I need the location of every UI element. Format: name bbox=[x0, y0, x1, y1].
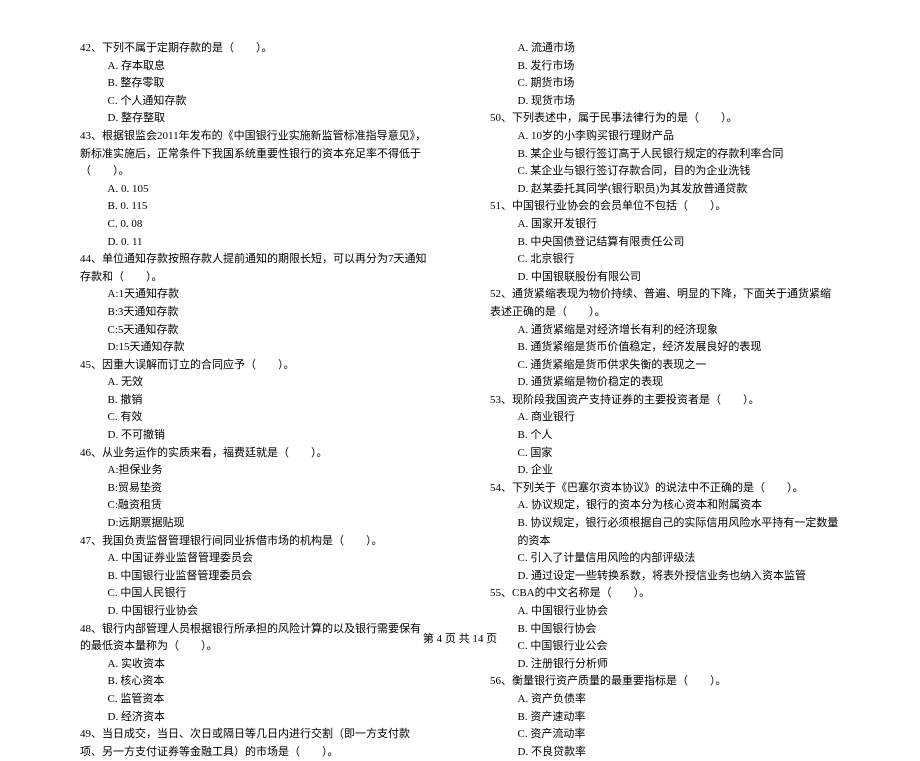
q48-opt-b: B. 核心资本 bbox=[80, 673, 430, 691]
q51-opt-b: B. 中央国债登记结算有限责任公司 bbox=[490, 234, 840, 252]
q49-opt-a: A. 流通市场 bbox=[490, 40, 840, 58]
q53-opt-d: D. 企业 bbox=[490, 462, 840, 480]
q43-opt-a: A. 0. 105 bbox=[80, 181, 430, 199]
q52-stem: 52、通货紧缩表现为物价持续、普遍、明显的下降，下面关于通货紧缩表述正确的是（ … bbox=[490, 286, 840, 321]
q45-opt-b: B. 撤销 bbox=[80, 392, 430, 410]
q43-opt-c: C. 0. 08 bbox=[80, 216, 430, 234]
question-43: 43、根据银监会2011年发布的《中国银行业实施新监管标准指导意见》，新标准实施… bbox=[80, 128, 430, 251]
q44-stem: 44、单位通知存款按照存款人提前通知的期限长短，可以再分为7天通知存款和（ ）。 bbox=[80, 251, 430, 286]
q54-opt-c: C. 引入了计量信用风险的内部评级法 bbox=[490, 550, 840, 568]
q51-stem: 51、中国银行业协会的会员单位不包括（ ）。 bbox=[490, 198, 840, 216]
q54-opt-b: B. 协议规定，银行必须根据自己的实际信用风险水平持有一定数量的资本 bbox=[490, 515, 840, 550]
q56-stem: 56、衡量银行资产质量的最重要指标是（ ）。 bbox=[490, 673, 840, 691]
q50-opt-d: D. 赵某委托其同学(银行职员)为其发放普通贷款 bbox=[490, 181, 840, 199]
q50-opt-b: B. 某企业与银行签订高于人民银行规定的存款利率合同 bbox=[490, 146, 840, 164]
q49-opt-c: C. 期货市场 bbox=[490, 75, 840, 93]
question-42: 42、下列不属于定期存款的是（ ）。 A. 存本取息 B. 整存零取 C. 个人… bbox=[80, 40, 430, 128]
q42-opt-d: D. 整存整取 bbox=[80, 110, 430, 128]
q47-opt-a: A. 中国证券业监督管理委员会 bbox=[80, 550, 430, 568]
q47-opt-b: B. 中国银行业监督管理委员会 bbox=[80, 568, 430, 586]
q48-opt-c: C. 监管资本 bbox=[80, 691, 430, 709]
q54-opt-a: A. 协议规定，银行的资本分为核心资本和附属资本 bbox=[490, 497, 840, 515]
question-44: 44、单位通知存款按照存款人提前通知的期限长短，可以再分为7天通知存款和（ ）。… bbox=[80, 251, 430, 357]
q50-opt-c: C. 某企业与银行签订存款合同，目的为企业洗钱 bbox=[490, 163, 840, 181]
q46-opt-c: C:融资租赁 bbox=[80, 497, 430, 515]
q44-opt-c: C:5天通知存款 bbox=[80, 322, 430, 340]
question-53: 53、现阶段我国资产支持证券的主要投资者是（ ）。 A. 商业银行 B. 个人 … bbox=[490, 392, 840, 480]
q42-opt-a: A. 存本取息 bbox=[80, 58, 430, 76]
right-column: A. 流通市场 B. 发行市场 C. 期货市场 D. 现货市场 50、下列表述中… bbox=[490, 40, 840, 600]
question-47: 47、我国负责监督管理银行间同业拆借市场的机构是（ ）。 A. 中国证券业监督管… bbox=[80, 533, 430, 621]
question-51: 51、中国银行业协会的会员单位不包括（ ）。 A. 国家开发银行 B. 中央国债… bbox=[490, 198, 840, 286]
question-55: 55、CBA的中文名称是（ ）。 A. 中国银行业协会 B. 中国银行协会 C.… bbox=[490, 585, 840, 673]
q51-opt-d: D. 中国银联股份有限公司 bbox=[490, 269, 840, 287]
q53-opt-c: C. 国家 bbox=[490, 445, 840, 463]
q44-opt-a: A:1天通知存款 bbox=[80, 286, 430, 304]
q56-opt-b: B. 资产速动率 bbox=[490, 709, 840, 727]
question-56: 56、衡量银行资产质量的最重要指标是（ ）。 A. 资产负债率 B. 资产速动率… bbox=[490, 673, 840, 761]
q55-stem: 55、CBA的中文名称是（ ）。 bbox=[490, 585, 840, 603]
q44-opt-d: D:15天通知存款 bbox=[80, 339, 430, 357]
q53-stem: 53、现阶段我国资产支持证券的主要投资者是（ ）。 bbox=[490, 392, 840, 410]
q43-opt-d: D. 0. 11 bbox=[80, 234, 430, 252]
q52-opt-a: A. 通货紧缩是对经济增长有利的经济现象 bbox=[490, 322, 840, 340]
q56-opt-d: D. 不良贷款率 bbox=[490, 744, 840, 761]
q52-opt-b: B. 通货紧缩是货币价值稳定，经济发展良好的表现 bbox=[490, 339, 840, 357]
question-50: 50、下列表述中，属于民事法律行为的是（ ）。 A. 10岁的小李购买银行理财产… bbox=[490, 110, 840, 198]
q52-opt-d: D. 通货紧缩是物价稳定的表现 bbox=[490, 374, 840, 392]
q53-opt-a: A. 商业银行 bbox=[490, 409, 840, 427]
question-49-opts: A. 流通市场 B. 发行市场 C. 期货市场 D. 现货市场 bbox=[490, 40, 840, 110]
q54-opt-d: D. 通过设定一些转换系数，将表外授信业务也纳入资本监管 bbox=[490, 568, 840, 586]
q49-stem: 49、当日成交，当日、次日或隔日等几日内进行交割（即一方支付款项、另一方支付证券… bbox=[80, 726, 430, 761]
q48-stem: 48、银行内部管理人员根据银行所承担的风险计算的以及银行需要保有的最低资本量称为… bbox=[80, 621, 430, 656]
question-46: 46、从业务运作的实质来看，福费廷就是（ ）。 A:担保业务 B:贸易垫资 C:… bbox=[80, 445, 430, 533]
q52-opt-c: C. 通货紧缩是货币供求失衡的表现之一 bbox=[490, 357, 840, 375]
q51-opt-c: C. 北京银行 bbox=[490, 251, 840, 269]
q46-opt-a: A:担保业务 bbox=[80, 462, 430, 480]
q45-opt-d: D. 不可撤销 bbox=[80, 427, 430, 445]
q56-opt-a: A. 资产负债率 bbox=[490, 691, 840, 709]
question-52: 52、通货紧缩表现为物价持续、普遍、明显的下降，下面关于通货紧缩表述正确的是（ … bbox=[490, 286, 840, 392]
q45-stem: 45、因重大误解而订立的合同应予（ ）。 bbox=[80, 357, 430, 375]
q46-opt-b: B:贸易垫资 bbox=[80, 480, 430, 498]
q53-opt-b: B. 个人 bbox=[490, 427, 840, 445]
q55-opt-d: D. 注册银行分析师 bbox=[490, 656, 840, 674]
q45-opt-a: A. 无效 bbox=[80, 374, 430, 392]
question-48: 48、银行内部管理人员根据银行所承担的风险计算的以及银行需要保有的最低资本量称为… bbox=[80, 621, 430, 727]
q42-opt-c: C. 个人通知存款 bbox=[80, 93, 430, 111]
q47-opt-d: D. 中国银行业协会 bbox=[80, 603, 430, 621]
q47-stem: 47、我国负责监督管理银行间同业拆借市场的机构是（ ）。 bbox=[80, 533, 430, 551]
q43-stem: 43、根据银监会2011年发布的《中国银行业实施新监管标准指导意见》，新标准实施… bbox=[80, 128, 430, 181]
q45-opt-c: C. 有效 bbox=[80, 409, 430, 427]
left-column: 42、下列不属于定期存款的是（ ）。 A. 存本取息 B. 整存零取 C. 个人… bbox=[80, 40, 430, 600]
q55-opt-c: C. 中国银行业公会 bbox=[490, 638, 840, 656]
q43-opt-b: B. 0. 115 bbox=[80, 198, 430, 216]
question-54: 54、下列关于《巴塞尔资本协议》的说法中不正确的是（ ）。 A. 协议规定，银行… bbox=[490, 480, 840, 586]
q55-opt-a: A. 中国银行业协会 bbox=[490, 603, 840, 621]
q56-opt-c: C. 资产流动率 bbox=[490, 726, 840, 744]
question-49: 49、当日成交，当日、次日或隔日等几日内进行交割（即一方支付款项、另一方支付证券… bbox=[80, 726, 430, 761]
q46-stem: 46、从业务运作的实质来看，福费廷就是（ ）。 bbox=[80, 445, 430, 463]
q55-opt-b: B. 中国银行协会 bbox=[490, 621, 840, 639]
q44-opt-b: B:3天通知存款 bbox=[80, 304, 430, 322]
q48-opt-a: A. 实收资本 bbox=[80, 656, 430, 674]
q42-opt-b: B. 整存零取 bbox=[80, 75, 430, 93]
q54-stem: 54、下列关于《巴塞尔资本协议》的说法中不正确的是（ ）。 bbox=[490, 480, 840, 498]
q49-opt-d: D. 现货市场 bbox=[490, 93, 840, 111]
q47-opt-c: C. 中国人民银行 bbox=[80, 585, 430, 603]
q50-opt-a: A. 10岁的小李购买银行理财产品 bbox=[490, 128, 840, 146]
q50-stem: 50、下列表述中，属于民事法律行为的是（ ）。 bbox=[490, 110, 840, 128]
q51-opt-a: A. 国家开发银行 bbox=[490, 216, 840, 234]
question-45: 45、因重大误解而订立的合同应予（ ）。 A. 无效 B. 撤销 C. 有效 D… bbox=[80, 357, 430, 445]
q46-opt-d: D:远期票据贴现 bbox=[80, 515, 430, 533]
q42-stem: 42、下列不属于定期存款的是（ ）。 bbox=[80, 40, 430, 58]
q48-opt-d: D. 经济资本 bbox=[80, 709, 430, 727]
page-body: 42、下列不属于定期存款的是（ ）。 A. 存本取息 B. 整存零取 C. 个人… bbox=[0, 0, 920, 620]
q49-opt-b: B. 发行市场 bbox=[490, 58, 840, 76]
